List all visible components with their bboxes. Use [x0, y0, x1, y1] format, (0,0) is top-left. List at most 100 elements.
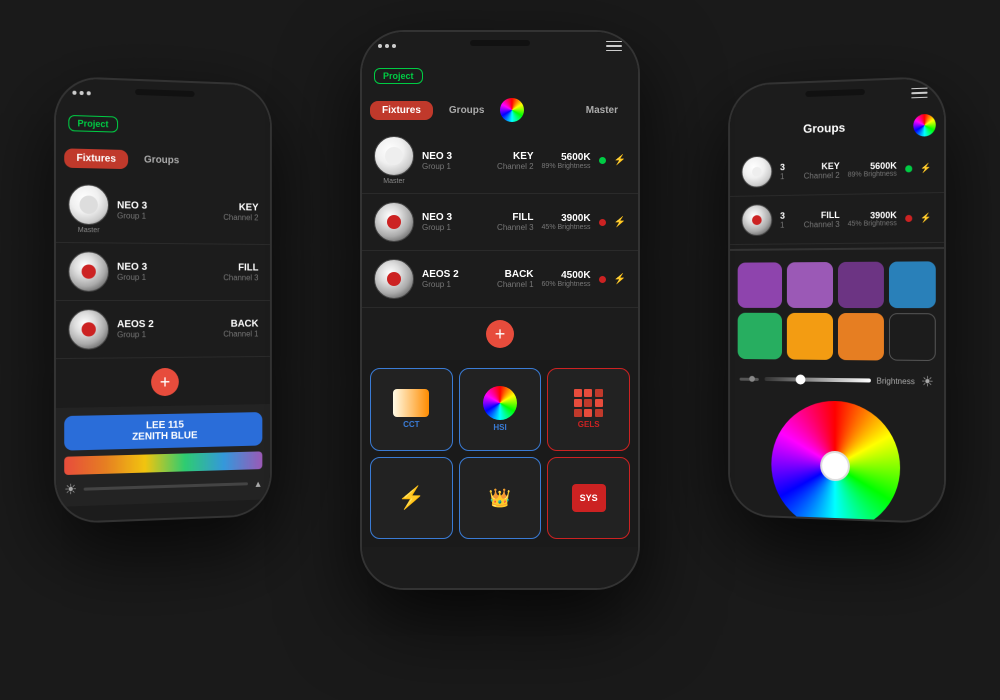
fixture-item-2-left[interactable]: NEO 3 Group 1 FILL Channel 3	[56, 243, 270, 301]
fixture-role-col-3-center: BACK Channel 1	[482, 269, 534, 289]
brightness-slider-track[interactable]	[765, 377, 871, 382]
bolt-2-right: ⚡	[920, 212, 931, 223]
fixture-item-1-center[interactable]: Master NEO 3 Group 1 KEY Channel 2 5600K…	[362, 128, 638, 194]
icon-cell-sys[interactable]: SYS	[547, 457, 630, 540]
gel-swatch-5	[584, 399, 592, 407]
fixture-info-2-left: NEO 3 Group 1	[117, 262, 212, 282]
project-badge-center[interactable]: Project	[374, 68, 423, 84]
icon-cell-hsi[interactable]: HSI	[459, 368, 542, 451]
fixture-item-1-left[interactable]: Master NEO 3 Group 1 KEY Channel 2	[56, 176, 270, 245]
fixture-thumb-1-left	[68, 184, 109, 225]
fixture-item-2-center[interactable]: NEO 3 Group 1 FILL Channel 3 3900K 45% B…	[362, 194, 638, 251]
tab-groups-left[interactable]: Groups	[132, 150, 191, 170]
brightness-label-right: Brightness	[877, 376, 915, 386]
swatch-blue[interactable]	[889, 261, 936, 308]
icon-cell-cct[interactable]: CCT	[370, 368, 453, 451]
tab-fixtures-center[interactable]: Fixtures	[370, 101, 433, 120]
tab-color-wheel-center[interactable]	[500, 98, 524, 122]
hamburger-icon-right[interactable]	[911, 87, 927, 98]
gel-swatch-4	[574, 399, 582, 407]
tab-color-wheel-right[interactable]	[913, 114, 935, 137]
sun-icon-left: ☀	[64, 481, 77, 499]
status-bar-center	[362, 32, 638, 60]
signal-dot-c2	[385, 44, 389, 48]
hamburger-line-3	[606, 50, 622, 52]
icon-cell-lightning[interactable]: ⚡	[370, 457, 453, 540]
swatch-yellow[interactable]	[787, 313, 832, 359]
fixture-info-1-right: 3 1	[780, 162, 792, 181]
fixture-role-1-center: KEY	[482, 151, 534, 162]
tab-fixtures-left[interactable]: Fixtures	[64, 148, 128, 169]
fixture-role-2-center: FILL	[482, 212, 534, 223]
signal-dot-1	[72, 91, 76, 95]
fixture-thumb-1-right	[741, 156, 772, 188]
swatch-green[interactable]	[738, 313, 783, 359]
groups-tab-label[interactable]: Groups	[738, 119, 914, 138]
tab-master-center[interactable]: Master	[574, 101, 630, 120]
tabs-left: Fixtures Groups	[56, 139, 270, 180]
thumb-inner-1-center	[385, 147, 403, 165]
fixture-role-1-right: KEY Channel 2	[800, 160, 839, 180]
hsi-wheel-icon	[483, 386, 517, 420]
color-wheel-right[interactable]	[771, 399, 900, 522]
fixture-name-2-left: NEO 3	[117, 262, 212, 274]
phone-right: Groups 3 1 KEY Channel 2	[728, 76, 946, 525]
fixture-temp-1-center: 5600K	[542, 152, 591, 163]
tab-groups-center[interactable]: Groups	[437, 101, 497, 120]
fixture-channel-2-left: Channel 3	[220, 273, 259, 282]
brightness-bar-left[interactable]	[83, 482, 248, 490]
color-panel-left: LEE 115ZENITH BLUE ☀ ▲	[56, 404, 270, 507]
fixture-name-3-left: AEOS 2	[117, 319, 212, 330]
crown-icon: 👑	[489, 488, 511, 509]
gel-button-left[interactable]: LEE 115ZENITH BLUE	[64, 412, 262, 451]
brightness-2-right: 45% Brightness	[848, 220, 897, 228]
status-dot-1-right	[905, 165, 912, 172]
fixture-temp-col-3-center: 4500K 60% Brightness	[542, 270, 591, 288]
channel-1-right: Channel 2	[800, 170, 839, 180]
fixture-channel-3-left: Channel 1	[220, 330, 259, 339]
fixture-item-3-center[interactable]: AEOS 2 Group 1 BACK Channel 1 4500K 60% …	[362, 251, 638, 308]
cct-gradient-icon	[393, 389, 429, 417]
fixture-name-1-right: 3	[780, 162, 792, 172]
fixture-role-3-center: BACK	[482, 269, 534, 280]
signal-dot-2	[80, 91, 84, 95]
fixture-temp-1-right: 5600K 89% Brightness	[848, 160, 897, 178]
add-fixture-button-left[interactable]: +	[151, 368, 179, 396]
thumb-inner-3-center	[387, 272, 401, 286]
swatch-purple-2[interactable]	[787, 262, 832, 308]
bolt-icon-1-center: ⚡	[614, 155, 626, 166]
signal-dot-c3	[392, 44, 396, 48]
swatch-purple-1[interactable]	[738, 262, 783, 308]
screen-left: Project Fixtures Groups Master	[56, 78, 270, 522]
fixture-sub-2-center: Group 1	[422, 223, 474, 232]
thumb-wrapper-3-center	[374, 259, 414, 299]
fixture-thumb-1-center	[374, 136, 414, 176]
add-fixture-button-center[interactable]: +	[486, 320, 514, 348]
icon-cell-crown[interactable]: 👑	[459, 457, 542, 540]
icon-cell-gels[interactable]: GELS	[547, 368, 630, 451]
fixture-role-col-1-left: KEY Channel 2	[220, 201, 259, 221]
hamburger-icon-center[interactable]	[606, 41, 622, 52]
swatch-purple-3[interactable]	[837, 262, 883, 309]
brightness-slider-thumb[interactable]	[796, 374, 806, 384]
fixture-item-2-right[interactable]: 3 1 FILL Channel 3 3900K 45% Brightness …	[730, 193, 944, 245]
tabs-center: Fixtures Groups Master	[362, 92, 638, 128]
gels-label: GELS	[578, 420, 600, 429]
signal-dot-c1	[378, 44, 382, 48]
fixture-item-1-right[interactable]: 3 1 KEY Channel 2 5600K 89% Brightness ⚡	[730, 143, 944, 197]
thumb-inner-2-center	[387, 215, 401, 229]
swatch-orange[interactable]	[837, 313, 883, 360]
signal-center	[378, 44, 396, 48]
swatch-empty[interactable]	[889, 313, 936, 360]
status-dot-1-center	[599, 157, 606, 164]
fixture-item-3-left[interactable]: AEOS 2 Group 1 BACK Channel 1	[56, 301, 270, 359]
brightness-row-left: ☀ ▲	[64, 475, 262, 498]
fixture-channel-1-center: Channel 2	[482, 162, 534, 171]
project-badge-left[interactable]: Project	[68, 115, 117, 133]
fixture-name-3-center: AEOS 2	[422, 269, 474, 280]
fixture-thumb-2-right	[741, 204, 772, 236]
thumb-wrapper-3-left	[68, 309, 109, 350]
fixture-temp-2-center: 3900K	[542, 213, 591, 224]
bolt-icon-3-center: ⚡	[614, 274, 626, 285]
gel-swatch-2	[584, 389, 592, 397]
